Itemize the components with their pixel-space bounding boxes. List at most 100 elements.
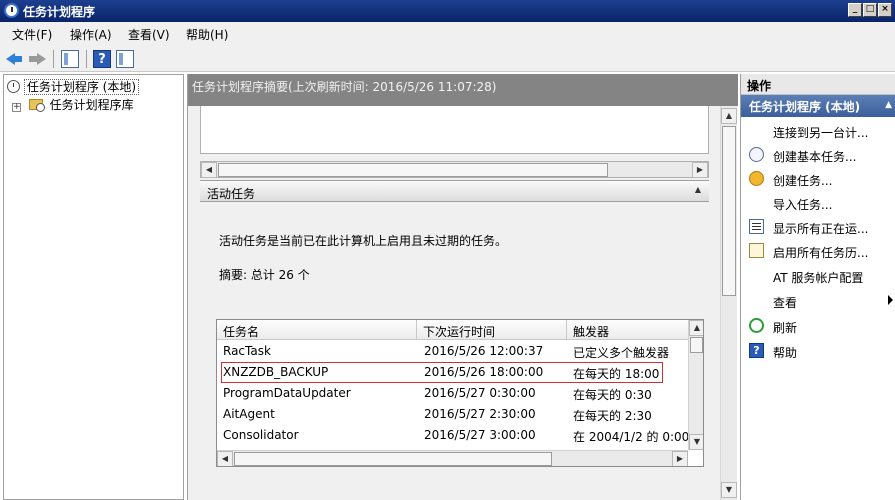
scrollbar-thumb[interactable] [722, 126, 736, 296]
close-button[interactable]: × [878, 3, 892, 17]
refresh-icon [749, 318, 764, 333]
trigger-cell: 在每天的 0:30 [573, 388, 652, 402]
scroll-left-icon[interactable]: ◀ [217, 451, 233, 466]
actions-header: 操作 [741, 74, 895, 95]
action-connect-computer[interactable]: 连接到另一台计... [741, 119, 895, 143]
collapse-icon[interactable]: ▲ [885, 100, 892, 110]
action-label: 帮助 [773, 346, 798, 360]
table-vertical-scrollbar[interactable]: ▲ ▼ [688, 320, 703, 450]
window-title: 任务计划程序 [23, 5, 96, 19]
menu-file[interactable]: 文件(F) [12, 26, 52, 43]
summary-content: ◀ ▶ 活动任务 ▲ 活动任务是当前已在此计算机上启用且未过期的任务。 摘要: … [188, 106, 720, 500]
forward-arrow-icon[interactable] [28, 50, 46, 68]
minimize-button[interactable]: _ [848, 3, 862, 17]
action-create-task[interactable]: 创建任务... [741, 167, 895, 191]
actions-pane: 操作 任务计划程序 (本地) ▲ 连接到另一台计... 创建基本任务... 创建… [740, 74, 895, 500]
scroll-up-icon[interactable]: ▲ [721, 108, 737, 124]
back-arrow-icon[interactable] [6, 50, 24, 68]
tree-item-root[interactable]: 任务计划程序 (本地) [7, 78, 140, 95]
column-header-trigger[interactable]: 触发器 [567, 320, 688, 340]
action-label: 启用所有任务历... [773, 246, 869, 260]
summary-header: 任务计划程序摘要(上次刷新时间: 2016/5/26 11:07:28) [188, 74, 738, 106]
action-create-basic-task[interactable]: 创建基本任务... [741, 143, 895, 167]
action-label: 连接到另一台计... [773, 126, 869, 140]
folder-clock-icon [28, 99, 45, 112]
horizontal-scrollbar[interactable]: ◀ ▶ [200, 161, 709, 178]
action-view[interactable]: 查看 [741, 289, 895, 313]
next-run-cell: 2016/5/26 12:00:37 [424, 344, 544, 358]
show-hide-tree-icon[interactable] [61, 50, 79, 68]
column-header-next-run[interactable]: 下次运行时间 [417, 320, 567, 340]
scroll-right-icon[interactable]: ▶ [672, 451, 688, 466]
toolbar-separator [86, 50, 87, 68]
tree-item-library-label: 任务计划程序库 [49, 98, 134, 112]
table-row[interactable]: AitAgent 2016/5/27 2:30:00 在每天的 2:30 [217, 404, 688, 425]
task-name-cell: AitAgent [223, 407, 275, 421]
table-row[interactable]: ProgramDataUpdater 2016/5/27 0:30:00 在每天… [217, 383, 688, 404]
scrollbar-thumb[interactable] [690, 337, 703, 353]
history-icon [749, 243, 764, 258]
scroll-left-icon[interactable]: ◀ [201, 162, 217, 178]
active-tasks-section: 活动任务是当前已在此计算机上启用且未过期的任务。 摘要: 总计 26 个 任务名… [200, 202, 709, 492]
next-run-cell: 2016/5/26 18:00:00 [424, 365, 544, 379]
trigger-cell: 在 2004/1/2 的 0:00 [573, 430, 688, 444]
tree-item-root-label: 任务计划程序 (本地) [23, 79, 140, 95]
actions-group-header[interactable]: 任务计划程序 (本地) ▲ [741, 95, 895, 117]
action-label: AT 服务帐户配置 [773, 271, 864, 285]
actions-group-title: 任务计划程序 (本地) [749, 100, 861, 114]
task-star-icon [749, 171, 764, 186]
collapse-icon[interactable]: ▲ [695, 185, 701, 194]
clock-icon [749, 147, 764, 162]
table-row[interactable]: RacTask 2016/5/26 12:00:37 已定义多个触发器 [217, 341, 688, 362]
action-at-service-account[interactable]: AT 服务帐户配置 [741, 264, 895, 288]
maximize-button[interactable]: □ [863, 3, 877, 17]
action-label: 创建任务... [773, 174, 833, 188]
help-icon[interactable]: ? [93, 50, 111, 68]
active-tasks-description: 活动任务是当前已在此计算机上启用且未过期的任务。 [219, 234, 508, 248]
action-import-task[interactable]: 导入任务... [741, 191, 895, 215]
tree-item-library[interactable]: + 任务计划程序库 [12, 96, 134, 113]
table-header: 任务名 下次运行时间 触发器 [217, 320, 688, 340]
scroll-up-icon[interactable]: ▲ [689, 320, 703, 336]
menu-view[interactable]: 查看(V) [128, 26, 170, 43]
table-horizontal-scrollbar[interactable]: ◀ ▶ [217, 450, 688, 466]
next-run-cell: 2016/5/27 3:00:00 [424, 428, 536, 442]
column-header-task-name[interactable]: 任务名 [217, 320, 417, 340]
scroll-down-icon[interactable]: ▼ [689, 434, 703, 450]
active-tasks-table: 任务名 下次运行时间 触发器 RacTask 2016/5/26 12:00:3… [216, 319, 704, 467]
table-row[interactable]: XNZZDB_BACKUP 2016/5/26 18:00:00 在每天的 18… [221, 362, 663, 383]
active-tasks-header[interactable]: 活动任务 ▲ [200, 180, 709, 202]
title-bar: 任务计划程序 _ □ × [0, 0, 895, 22]
scrollbar-thumb[interactable] [218, 163, 608, 177]
table-row[interactable]: Consolidator 2016/5/27 3:00:00 在 2004/1/… [217, 425, 688, 446]
task-name-cell: Consolidator [223, 428, 299, 442]
action-show-running-tasks[interactable]: 显示所有正在运... [741, 215, 895, 239]
help-icon: ? [749, 343, 764, 358]
trigger-cell: 在每天的 18:00 [573, 367, 660, 381]
task-name-cell: ProgramDataUpdater [223, 386, 351, 400]
submenu-arrow-icon [888, 295, 893, 305]
action-label: 创建基本任务... [773, 150, 857, 164]
navigation-tree: 任务计划程序 (本地) + 任务计划程序库 [3, 74, 184, 500]
clock-icon [7, 80, 20, 93]
action-label: 导入任务... [773, 198, 833, 212]
next-run-cell: 2016/5/27 0:30:00 [424, 386, 536, 400]
active-tasks-title: 活动任务 [207, 187, 256, 201]
task-name-cell: XNZZDB_BACKUP [223, 365, 329, 379]
toolbar: ? [0, 46, 895, 72]
scroll-down-icon[interactable]: ▼ [721, 482, 737, 498]
summary-vertical-scrollbar[interactable]: ▲ ▼ [720, 106, 737, 500]
action-label: 查看 [773, 296, 798, 310]
toolbar-separator [53, 50, 54, 68]
action-help[interactable]: ? 帮助 [741, 339, 895, 363]
status-box [200, 106, 709, 154]
scrollbar-thumb[interactable] [234, 452, 552, 466]
menu-action[interactable]: 操作(A) [70, 26, 112, 43]
menu-help[interactable]: 帮助(H) [186, 26, 228, 43]
expand-icon[interactable]: + [12, 103, 21, 112]
scroll-right-icon[interactable]: ▶ [692, 162, 708, 178]
action-refresh[interactable]: 刷新 [741, 314, 895, 338]
summary-pane: 任务计划程序摘要(上次刷新时间: 2016/5/26 11:07:28) ◀ ▶… [187, 74, 738, 500]
show-hide-action-pane-icon[interactable] [116, 50, 134, 68]
action-enable-history[interactable]: 启用所有任务历... [741, 239, 895, 263]
